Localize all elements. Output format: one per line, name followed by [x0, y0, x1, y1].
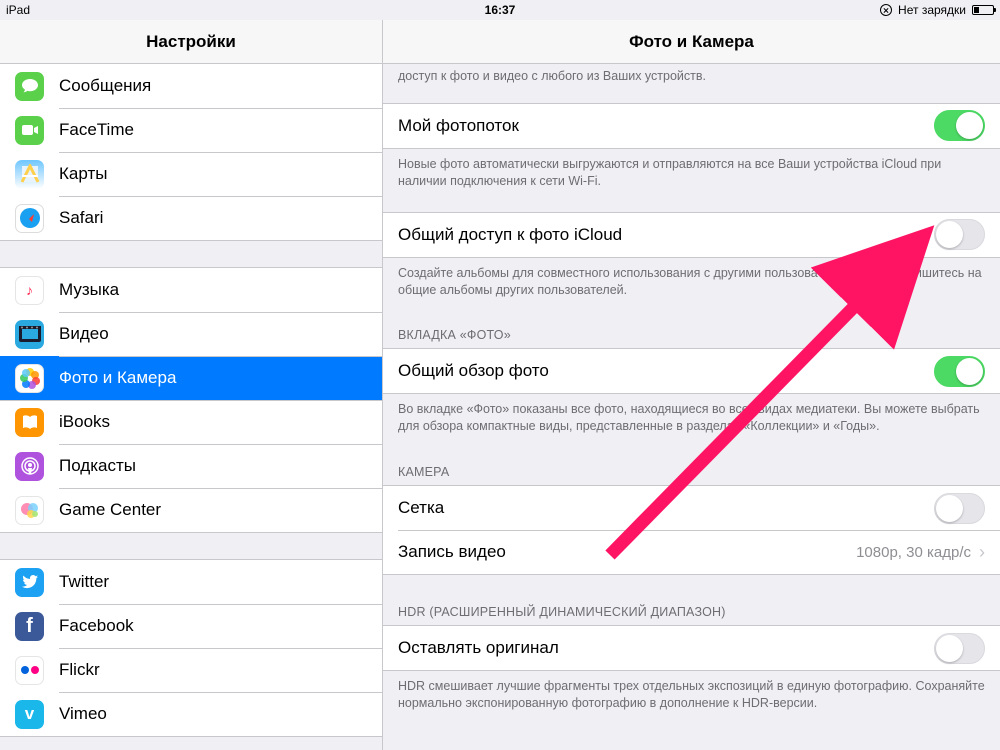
row-label: Запись видео — [398, 542, 856, 562]
icloud-library-footer: доступ к фото и видео с любого из Ваших … — [383, 64, 1000, 85]
sidebar-item-flickr[interactable]: Flickr — [0, 648, 382, 692]
gamecenter-icon — [15, 496, 44, 525]
row-grid[interactable]: Сетка — [383, 486, 1000, 530]
sidebar-item-photos[interactable]: Фото и Камера — [0, 356, 382, 400]
twitter-icon — [15, 568, 44, 597]
battery-icon — [972, 5, 994, 15]
row-label: Мой фотопоток — [398, 116, 934, 136]
not-charging-icon — [880, 4, 892, 16]
chevron-right-icon: › — [979, 542, 985, 563]
video-icon — [15, 320, 44, 349]
toggle-my-photostream[interactable] — [934, 110, 985, 141]
sidebar-item-video[interactable]: Видео — [0, 312, 382, 356]
sidebar-item-label: iBooks — [59, 412, 367, 432]
toggle-keep-original[interactable] — [934, 633, 985, 664]
toggle-icloud-sharing[interactable] — [934, 219, 985, 250]
sidebar-item-gamecenter[interactable]: Game Center — [0, 488, 382, 532]
vimeo-icon: v — [15, 700, 44, 729]
flickr-icon — [15, 656, 44, 685]
sidebar: Настройки Сообщения FaceTime Карты — [0, 20, 383, 750]
podcasts-icon — [15, 452, 44, 481]
sidebar-item-label: Vimeo — [59, 704, 367, 724]
sidebar-item-messages[interactable]: Сообщения — [0, 64, 382, 108]
row-label: Общий обзор фото — [398, 361, 934, 381]
toggle-summarize-photos[interactable] — [934, 356, 985, 387]
sidebar-item-label: Сообщения — [59, 76, 367, 96]
photos-icon — [15, 364, 44, 393]
safari-icon — [15, 204, 44, 233]
toggle-grid[interactable] — [934, 493, 985, 524]
sidebar-item-label: Flickr — [59, 660, 367, 680]
sidebar-title: Настройки — [0, 20, 382, 64]
sidebar-item-label: Видео — [59, 324, 367, 344]
detail-title: Фото и Камера — [383, 20, 1000, 64]
sidebar-item-facebook[interactable]: f Facebook — [0, 604, 382, 648]
sidebar-item-label: FaceTime — [59, 120, 367, 140]
sidebar-item-twitter[interactable]: Twitter — [0, 560, 382, 604]
maps-icon — [15, 160, 44, 189]
facebook-icon: f — [15, 612, 44, 641]
sidebar-item-label: Twitter — [59, 572, 367, 592]
row-record-video[interactable]: Запись видео 1080p, 30 кадр/с › — [383, 530, 1000, 574]
detail-pane: Фото и Камера доступ к фото и видео с лю… — [383, 20, 1000, 750]
sidebar-item-label: Подкасты — [59, 456, 367, 476]
row-label: Общий доступ к фото iCloud — [398, 225, 934, 245]
sidebar-item-label: Фото и Камера — [59, 368, 367, 388]
section-header-camera: КАМЕРА — [383, 465, 1000, 485]
music-icon: ♪ — [15, 276, 44, 305]
row-my-photostream[interactable]: Мой фотопоток — [383, 104, 1000, 148]
photostream-footer: Новые фото автоматически выгружаются и о… — [383, 149, 1000, 190]
sidebar-item-podcasts[interactable]: Подкасты — [0, 444, 382, 488]
sidebar-item-safari[interactable]: Safari — [0, 196, 382, 240]
messages-icon — [15, 72, 44, 101]
row-label: Оставлять оригинал — [398, 638, 934, 658]
row-keep-original[interactable]: Оставлять оригинал — [383, 626, 1000, 670]
charge-label: Нет зарядки — [898, 3, 966, 17]
ibooks-icon — [15, 408, 44, 437]
sidebar-item-ibooks[interactable]: iBooks — [0, 400, 382, 444]
sidebar-item-label: Карты — [59, 164, 367, 184]
sidebar-item-label: Facebook — [59, 616, 367, 636]
sidebar-item-maps[interactable]: Карты — [0, 152, 382, 196]
device-label: iPad — [6, 3, 30, 17]
sidebar-item-facetime[interactable]: FaceTime — [0, 108, 382, 152]
sidebar-item-label: Музыка — [59, 280, 367, 300]
section-header-hdr: HDR (РАСШИРЕННЫЙ ДИНАМИЧЕСКИЙ ДИАПАЗОН) — [383, 605, 1000, 625]
status-bar: iPad 16:37 Нет зарядки — [0, 0, 1000, 20]
row-label: Сетка — [398, 498, 934, 518]
row-icloud-sharing[interactable]: Общий доступ к фото iCloud — [383, 213, 1000, 257]
sidebar-item-vimeo[interactable]: v Vimeo — [0, 692, 382, 736]
hdr-footer: HDR смешивает лучшие фрагменты трех отде… — [383, 671, 1000, 712]
sidebar-item-label: Safari — [59, 208, 367, 228]
section-header-photos-tab: ВКЛАДКА «ФОТО» — [383, 328, 1000, 348]
icloud-sharing-footer: Создайте альбомы для совместного использ… — [383, 258, 1000, 299]
row-summarize-photos[interactable]: Общий обзор фото — [383, 349, 1000, 393]
clock: 16:37 — [485, 3, 516, 17]
record-video-value: 1080p, 30 кадр/с — [856, 544, 971, 561]
facetime-icon — [15, 116, 44, 145]
sidebar-item-music[interactable]: ♪ Музыка — [0, 268, 382, 312]
sidebar-item-label: Game Center — [59, 500, 367, 520]
photos-tab-footer: Во вкладке «Фото» показаны все фото, нах… — [383, 394, 1000, 435]
